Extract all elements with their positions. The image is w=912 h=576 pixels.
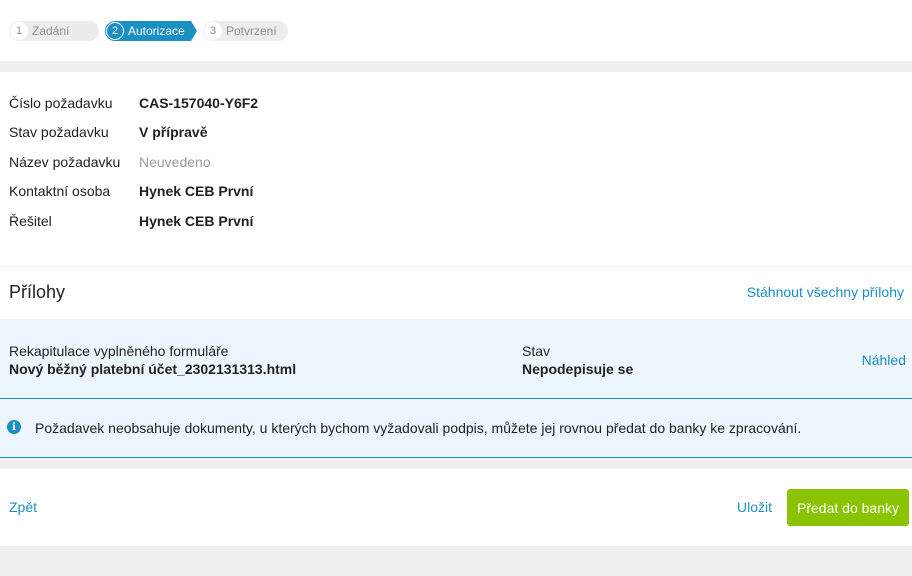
attachment-name-label: Rekapitulace vyplněného formuláře xyxy=(9,343,229,359)
step-number: 2 xyxy=(106,22,124,40)
detail-value: Hynek CEB První xyxy=(139,183,254,199)
save-link[interactable]: Uložit xyxy=(737,499,772,515)
step-zadani[interactable]: 1 Zadání xyxy=(9,21,99,41)
progress-stepper: 1 Zadání 2 Autorizace 3 Potvrzení xyxy=(0,0,912,61)
detail-value: CAS-157040-Y6F2 xyxy=(139,95,259,111)
attachment-name: Nový běžný platební účet_2302131313.html xyxy=(9,361,297,377)
detail-label: Název požadavku xyxy=(9,154,121,170)
info-message: i Požadavek neobsahuje dokumenty, u kter… xyxy=(0,398,912,458)
detail-value: Hynek CEB První xyxy=(139,213,254,229)
detail-row-request-status: Stav požadavku V přípravě xyxy=(9,122,207,142)
step-number: 1 xyxy=(10,22,28,40)
step-label: Zadání xyxy=(32,24,70,38)
step-autorizace[interactable]: 2 Autorizace xyxy=(105,21,197,41)
step-potvrzeni[interactable]: 3 Potvrzení xyxy=(203,21,288,41)
back-link[interactable]: Zpět xyxy=(9,499,37,515)
detail-row-request-number: Číslo požadavku CAS-157040-Y6F2 xyxy=(9,93,258,113)
info-icon: i xyxy=(7,420,21,434)
attachment-status: Nepodepisuje se xyxy=(522,361,634,377)
detail-row-contact-person: Kontaktní osoba Hynek CEB První xyxy=(9,181,253,201)
request-details: Číslo požadavku CAS-157040-Y6F2 Stav pož… xyxy=(0,72,912,266)
detail-value: Neuvedeno xyxy=(139,154,211,170)
preview-link[interactable]: Náhled xyxy=(862,352,906,368)
detail-row-solver: Řešitel Hynek CEB První xyxy=(9,211,253,231)
detail-label: Stav požadavku xyxy=(9,124,109,140)
submit-to-bank-button[interactable]: Předat do banky xyxy=(787,489,909,526)
detail-label: Číslo požadavku xyxy=(9,95,113,111)
action-bar: Zpět Uložit Předat do banky xyxy=(0,469,912,546)
attachment-status-label: Stav xyxy=(522,343,551,359)
download-all-link[interactable]: Stáhnout všechny přílohy xyxy=(747,284,904,300)
info-text: Požadavek neobsahuje dokumenty, u kterýc… xyxy=(35,420,802,436)
attachments-title: Přílohy xyxy=(9,282,66,302)
detail-label: Řešitel xyxy=(9,213,52,229)
detail-value: V přípravě xyxy=(139,124,208,140)
detail-row-request-name: Název požadavku Neuvedeno xyxy=(9,152,211,172)
step-label: Autorizace xyxy=(128,24,185,38)
detail-label: Kontaktní osoba xyxy=(9,183,111,199)
attachments-header: Přílohy Stáhnout všechny přílohy xyxy=(0,267,912,319)
step-label: Potvrzení xyxy=(226,24,277,38)
attachment-item: Rekapitulace vyplněného formuláře Nový b… xyxy=(0,320,912,398)
step-number: 3 xyxy=(204,22,222,40)
